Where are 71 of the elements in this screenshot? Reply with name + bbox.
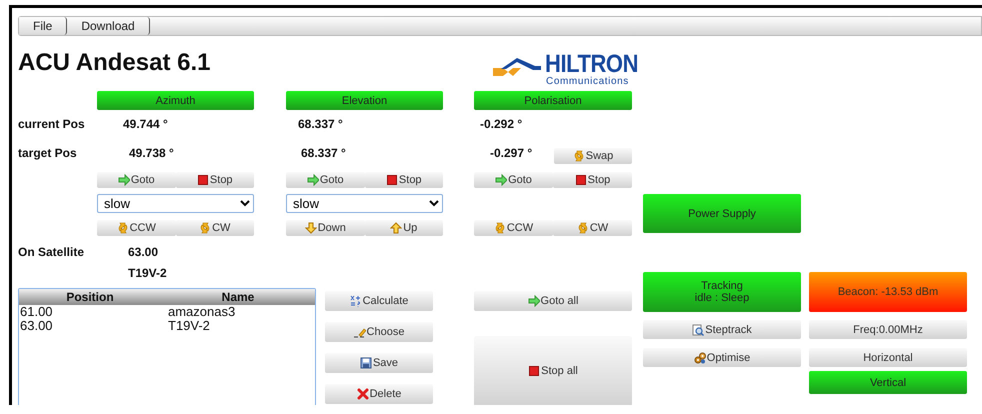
position-value: -0.292 ° [479,116,524,130]
stop-button[interactable]: Stop [553,172,632,188]
logo-tagline: Communications [546,77,630,87]
cw-button[interactable]: CW [553,220,632,236]
tracking-button[interactable]: Tracking idle : Sleep [643,272,801,312]
goto-button[interactable]: Goto [97,172,176,188]
column-header: Position [19,289,161,305]
table-cell-text: 63.00 [20,319,54,333]
position-value: 49.738 ° [128,146,175,160]
speed-select[interactable]: slow [97,194,254,212]
table-cell-text: 61.00 [20,305,54,319]
cross-icon [356,388,369,400]
save-icon [360,357,372,369]
swap-button[interactable]: Swap [554,148,632,164]
goto-button[interactable]: Goto [286,172,364,188]
up-arrow-icon [390,222,402,234]
beacon-button[interactable]: Beacon: -13.53 dBm [809,272,967,312]
satellite-position: 63.00 [127,245,160,259]
ccw-button[interactable]: CCW [97,220,176,236]
column-header: Name [161,289,315,305]
stop-icon [528,365,540,377]
optimise-button[interactable]: Optimise [643,348,801,367]
position-value: 68.337 ° [297,116,344,130]
speed-select[interactable]: slow [286,194,443,212]
stop-icon [574,174,587,186]
up-button[interactable]: Up [364,220,443,236]
position-value: -0.297 ° [490,146,532,160]
arrow-icon [118,174,130,186]
stop-button[interactable]: Stop [364,172,443,188]
formula-icon [350,295,362,307]
row-label: target Pos [18,146,78,160]
arrow-icon [528,295,540,307]
logo-mark [493,57,541,79]
stop-icon [196,174,209,186]
save-button[interactable]: Save [325,353,433,373]
down-button[interactable]: Down [286,220,364,236]
polarisation-mode-button[interactable]: Vertical [809,371,967,394]
logo-wordmark: HILTRON [545,51,638,77]
gears-icon [694,352,706,364]
stop-icon [386,174,398,186]
position-value: 68.337 ° [300,146,347,160]
down-arrow-icon [304,222,317,234]
satellite-name: T19V-2 [127,266,168,280]
page-title: ACU Andesat 6.1 [18,48,212,78]
arrow-icon [495,174,508,186]
calculate-button[interactable]: Calculate [325,291,433,311]
goto-all-button[interactable]: Goto all [474,291,632,311]
menu-tab[interactable]: Download [67,17,150,35]
choose-button[interactable]: Choose [325,322,433,342]
column-header: Azimuth [97,91,254,110]
polarisation-mode-button[interactable]: Horizontal [809,348,967,367]
table-cell-text: amazonas3 [168,305,236,319]
steptrack-button[interactable]: Steptrack [643,320,801,339]
arrow-icon [306,174,319,186]
column-header: Polarisation [474,91,632,110]
pen-icon [354,326,366,338]
ccw-button[interactable]: CCW [474,220,553,236]
power-supply-button[interactable]: Power Supply [643,194,801,233]
goto-button[interactable]: Goto [474,172,553,188]
table-cell-text: T19V-2 [168,319,211,333]
frequency-button[interactable]: Freq:0.00MHz [809,320,967,339]
column-header: Elevation [286,91,443,110]
position-value: 49.744 ° [122,116,169,130]
stop-button[interactable]: Stop [176,172,254,188]
magnifier-page-icon [692,324,704,336]
cw-button[interactable]: CW [176,220,254,236]
row-label: On Satellite [18,245,86,259]
stop-all-button[interactable]: Stop all [474,336,632,405]
row-label: current Pos [18,116,86,130]
menu-tab[interactable]: File [19,17,68,35]
delete-button[interactable]: Delete [325,384,433,404]
